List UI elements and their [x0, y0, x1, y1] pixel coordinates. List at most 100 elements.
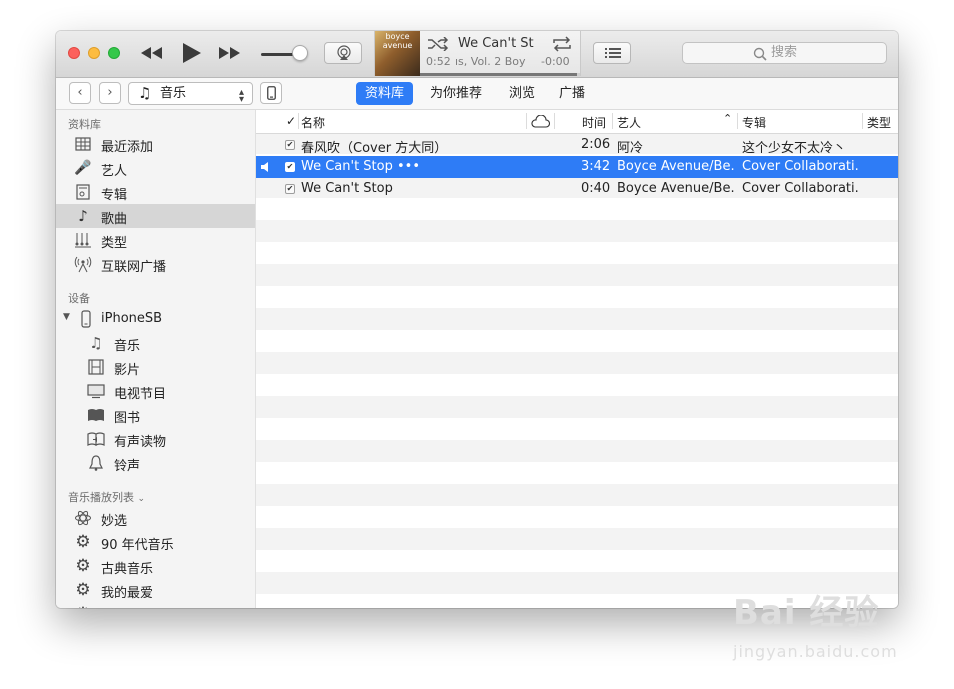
sidebar-item-internet-radio[interactable]: 互联网广播 [56, 252, 255, 276]
sidebar-item-genius[interactable]: 妙选 [56, 506, 255, 530]
sidebar-item-device-audiobooks[interactable]: 有声读物 [56, 427, 255, 451]
chevron-left-icon: ‹ [77, 85, 83, 100]
sidebar-item-90s-music[interactable]: ⚙ 90 年代音乐 [56, 530, 255, 554]
column-header-album[interactable]: 专辑 [742, 114, 766, 131]
sidebar-item-genres[interactable]: 类型 [56, 228, 255, 252]
song-time: 3:42 [581, 159, 611, 174]
sidebar-item-device-tv[interactable]: 电视节目 [56, 379, 255, 403]
sidebar-item-device-movies[interactable]: 影片 [56, 355, 255, 379]
play-icon[interactable] [180, 41, 202, 65]
minimize-window-button[interactable] [88, 47, 100, 59]
column-header-check[interactable]: ✓ [286, 114, 296, 128]
device-button[interactable] [260, 82, 282, 104]
sidebar-item-label: 互联网广播 [101, 260, 167, 275]
column-divider [737, 113, 738, 129]
song-name: 春风吹（Cover 方大同） [301, 141, 448, 156]
sidebar-item-device-books[interactable]: 图书 [56, 403, 255, 427]
library-section-header: 资料库 [68, 118, 101, 131]
sidebar-item-label: 艺人 [101, 164, 128, 179]
sidebar-item-partial[interactable]: ⚙ [56, 602, 255, 608]
sidebar-item-label: 有声读物 [114, 435, 167, 450]
column-divider [862, 113, 863, 129]
volume-slider-knob[interactable] [292, 45, 308, 61]
table-row[interactable]: ✔ We Can't Stop 0:40 Boyce Avenue/Be... … [256, 178, 898, 200]
music-note-icon: ♫ [89, 334, 103, 352]
chevron-right-icon: › [107, 85, 113, 100]
airplay-button[interactable] [324, 42, 362, 64]
table-row-selected[interactable]: ✔ We Can't Stop ••• 3:42 Boyce Avenue/Be… [256, 156, 898, 178]
previous-track-icon[interactable] [140, 45, 164, 61]
up-next-button[interactable] [593, 42, 631, 64]
sidebar-item-label: 音乐 [114, 339, 141, 354]
song-artist: Boyce Avenue/Be... [617, 159, 735, 174]
gear-icon: ⚙ [75, 556, 91, 576]
column-divider [526, 113, 527, 129]
now-playing-display: boyce avenue We Can't St 0:52 ıs, Vol. 2… [374, 31, 581, 76]
next-track-icon[interactable] [217, 45, 241, 61]
column-header-name[interactable]: 名称 [301, 114, 325, 131]
close-window-button[interactable] [68, 47, 80, 59]
shuffle-icon[interactable] [427, 37, 449, 51]
music-note-icon: ♫ [138, 84, 152, 102]
disclosure-triangle-icon[interactable]: ▼ [63, 312, 70, 322]
sidebar-item-artists[interactable]: 🎤 艺人 [56, 156, 255, 180]
sidebar-item-label: 专辑 [101, 188, 128, 203]
song-time: 2:06 [581, 137, 611, 152]
speaker-playing-icon [261, 162, 268, 172]
sidebar-item-device-tones[interactable]: 铃声 [56, 451, 255, 475]
tab-for-you[interactable]: 为你推荐 [421, 82, 491, 105]
sidebar-item-favorites[interactable]: ⚙ 我的最爱 [56, 578, 255, 602]
column-header-genre[interactable]: 类型 [867, 114, 891, 131]
playback-progress-fill [420, 73, 577, 76]
sidebar-item-label: 类型 [101, 236, 128, 251]
sidebar-item-device-music[interactable]: ♫ 音乐 [56, 331, 255, 355]
elapsed-time: 0:52 [426, 55, 451, 68]
song-name: We Can't Stop [301, 181, 393, 196]
radio-antenna-icon [74, 256, 92, 273]
repeat-icon[interactable] [551, 36, 573, 52]
sidebar-item-label: 最近添加 [101, 140, 154, 155]
album-artwork[interactable]: boyce avenue [375, 31, 420, 76]
iphone-icon [267, 86, 276, 100]
playlists-section-label: 音乐播放列表 [68, 491, 134, 504]
tab-library[interactable]: 资料库 [356, 82, 414, 105]
sidebar-item-classical[interactable]: ⚙ 古典音乐 [56, 554, 255, 578]
song-album: 这个少女不太冷丶 [742, 141, 847, 156]
tab-browse[interactable]: 浏览 [500, 82, 544, 105]
row-checkbox[interactable]: ✔ [285, 184, 295, 194]
sidebar-item-label: 图书 [114, 411, 141, 426]
sidebar-item-label: 歌曲 [101, 212, 128, 227]
chevron-down-icon: ⌄ [137, 494, 146, 504]
song-name: We Can't Stop ••• [301, 159, 420, 174]
playback-progress[interactable] [420, 73, 580, 76]
sidebar-item-label: 妙选 [101, 514, 128, 529]
tab-radio[interactable]: 广播 [550, 82, 594, 105]
zoom-window-button[interactable] [108, 47, 120, 59]
search-icon [753, 47, 767, 61]
sidebar: 资料库 最近添加 🎤 艺人 专辑 ♪ 歌曲 类型 互联网广播 设备 ▼ iPho… [56, 110, 256, 608]
playlists-section-header[interactable]: 音乐播放列表 ⌄ [68, 489, 145, 505]
search-field[interactable]: 搜索 [682, 42, 887, 64]
back-button[interactable]: ‹ [69, 82, 91, 104]
navigation-bar: ‹ › ♫ 音乐 ▴ ▾ 资料库 为你推荐 浏览 广播 [56, 78, 898, 110]
table-row[interactable]: ✔ 春风吹（Cover 方大同） 2:06 阿冷 这个少女不太冷丶 [256, 134, 898, 156]
sidebar-item-albums[interactable]: 专辑 [56, 180, 255, 204]
book-icon [88, 409, 104, 421]
icloud-icon[interactable] [530, 115, 550, 128]
column-header-artist[interactable]: 艺人 [617, 114, 641, 131]
search-placeholder: 搜索 [771, 45, 798, 60]
song-time: 0:40 [581, 181, 611, 196]
song-artist: 阿冷 [617, 141, 644, 156]
sidebar-item-recently-added[interactable]: 最近添加 [56, 132, 255, 156]
column-header-time[interactable]: 时间 [582, 114, 606, 131]
column-divider [298, 113, 299, 129]
sidebar-item-songs[interactable]: ♪ 歌曲 [56, 204, 255, 228]
row-checkbox[interactable]: ✔ [285, 140, 295, 150]
sidebar-item-device-iphone[interactable]: ▼ iPhoneSB [56, 307, 255, 331]
row-checkbox[interactable]: ✔ [285, 162, 295, 172]
column-divider [554, 113, 555, 129]
forward-button[interactable]: › [99, 82, 121, 104]
film-icon [88, 359, 104, 375]
media-kind-select[interactable]: ♫ 音乐 ▴ ▾ [128, 82, 253, 105]
song-album: Cover Collaborati... [742, 181, 860, 196]
